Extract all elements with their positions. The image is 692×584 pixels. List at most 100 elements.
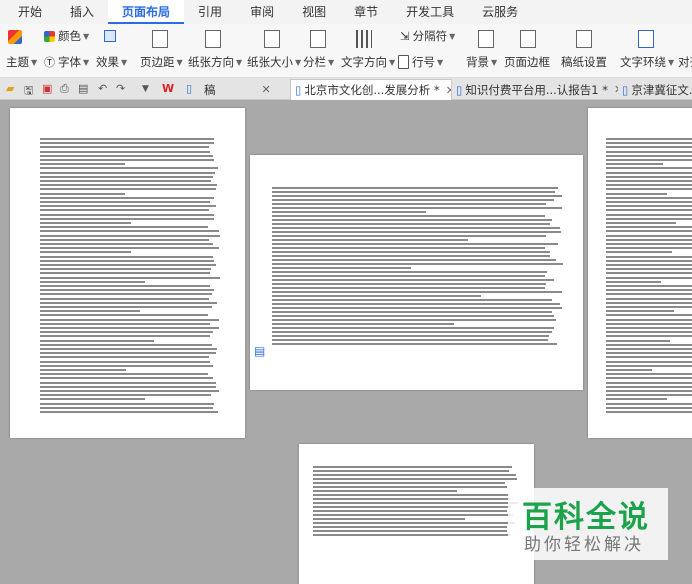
align-button[interactable]: 对齐 [678,54,692,70]
menu-tab-insert[interactable]: 插入 [56,0,108,24]
text-line [272,247,545,249]
page-color-icon [104,30,116,42]
save-icon[interactable]: 🖫 [24,82,33,101]
text-line [606,175,692,178]
manuscript-button[interactable]: 稿纸设置 [561,54,607,70]
margins-button[interactable]: 页边距 ▼ [140,54,183,70]
undo-icon[interactable]: ↶ [98,82,107,95]
menu-tab-developer[interactable]: 开发工具 [392,0,468,24]
redo-icon[interactable]: ↷ [116,82,125,95]
text-line [606,251,672,254]
quick-access-dropdown-icon[interactable]: ▼ [142,84,149,94]
text-line [313,530,507,532]
document-tab-bar: ▰ 🖫 ▣ ⎙ ▤ ↶ ↷ ▼ W ▯ 稿 ✕ ▯ 北京市文化创...发展分析 … [0,78,692,100]
text-line [40,196,214,199]
chevron-down-icon: ▼ [491,57,498,67]
open-folder-icon[interactable]: ▰ [6,82,14,95]
text-line [606,390,692,392]
text-line [40,238,209,241]
export-pdf-icon[interactable]: ▣ [42,82,52,95]
text-line [606,343,692,346]
text-line [272,335,549,337]
breaks-icon: ⇲ [400,29,410,43]
text-line [40,180,211,182]
close-icon[interactable]: ✕ [262,83,271,96]
font-theme-icon: Ⓣ [44,56,55,69]
text-line [272,199,554,201]
tab-document-1[interactable]: 稿 ✕ [200,79,288,100]
font-theme-button[interactable]: Ⓣ 字体 ▼ [44,54,89,70]
theme-button[interactable]: 主题 ▼ [6,54,37,70]
document-page-4[interactable] [299,444,534,584]
tab-document-2[interactable]: ▯ 北京市文化创...发展分析 * ✕ [290,79,452,100]
menu-tab-section[interactable]: 章节 [340,0,392,24]
text-line [40,293,212,296]
text-line [40,297,209,300]
text-line [606,394,692,397]
text-line [606,192,667,195]
text-line [40,188,216,191]
text-direction-button[interactable]: 文字方向 ▼ [341,54,395,70]
theme-icon-button[interactable] [8,30,25,44]
text-line [313,514,513,516]
text-line [272,203,546,205]
text-line [272,259,556,261]
text-line [40,339,154,342]
line-number-icon [398,55,409,69]
text-line [272,299,552,301]
text-line [272,263,563,265]
wps-logo-icon[interactable]: W [162,82,174,95]
text-line [40,280,145,283]
font-label: 字体 [58,55,81,69]
tab-document-4[interactable]: ▯ 京津冀征文... [618,79,692,100]
document-page-3[interactable] [588,108,692,438]
text-line [606,310,674,313]
print-icon[interactable]: ⎙ [60,82,69,96]
menu-tab-home[interactable]: 开始 [0,0,56,24]
text-line [40,356,209,359]
text-line [606,314,692,317]
text-line [606,381,692,384]
text-line [40,331,213,334]
print-preview-icon[interactable]: ▤ [78,82,88,95]
color-button[interactable]: 颜色 ▼ [44,28,89,44]
effect-button[interactable]: 效果 ▼ [96,54,127,70]
text-line [272,291,562,293]
menu-tab-view[interactable]: 视图 [288,0,340,24]
menu-tab-page-layout[interactable]: 页面布局 [108,0,185,24]
columns-button[interactable]: 分栏 ▼ [303,54,334,70]
text-line [40,314,208,317]
text-line [40,251,131,254]
text-line [606,163,663,166]
effect-label: 效果 [96,55,119,69]
text-line [606,142,692,145]
breaks-button[interactable]: ⇲ 分隔符 ▼ [400,28,455,44]
text-line [272,295,481,297]
line-number-button[interactable]: 行号 ▼ [398,54,443,70]
text-wrap-button[interactable]: 文字环绕 ▼ [620,54,674,70]
page-color-button[interactable] [104,30,119,42]
text-line [313,498,511,500]
orientation-icon [205,30,221,48]
orientation-button[interactable]: 纸张方向 ▼ [188,54,242,70]
text-line [272,219,552,221]
text-line [606,264,692,266]
tab-document-3[interactable]: ▯ 知识付费平台用...认报告1 * ✕ [452,79,618,100]
menu-tab-cloud[interactable]: 云服务 [468,0,532,24]
text-line [272,207,562,209]
menu-tab-review[interactable]: 审阅 [236,0,288,24]
paper-size-button[interactable]: 纸张大小 ▼ [247,54,301,70]
background-button[interactable]: 背景 ▼ [466,54,497,70]
text-line [272,331,552,333]
page-navigation-icon[interactable]: ▤ [254,344,265,358]
text-line [40,243,213,245]
document-page-2[interactable] [250,155,583,390]
palette-icon [44,30,55,42]
text-line [606,306,692,308]
document-page-1[interactable] [10,108,245,438]
page-border-button[interactable]: 页面边框 [504,54,550,70]
text-line [606,385,692,388]
doc-icon: ▯ [186,82,193,95]
text-line [606,159,692,161]
menu-tab-references[interactable]: 引用 [184,0,236,24]
